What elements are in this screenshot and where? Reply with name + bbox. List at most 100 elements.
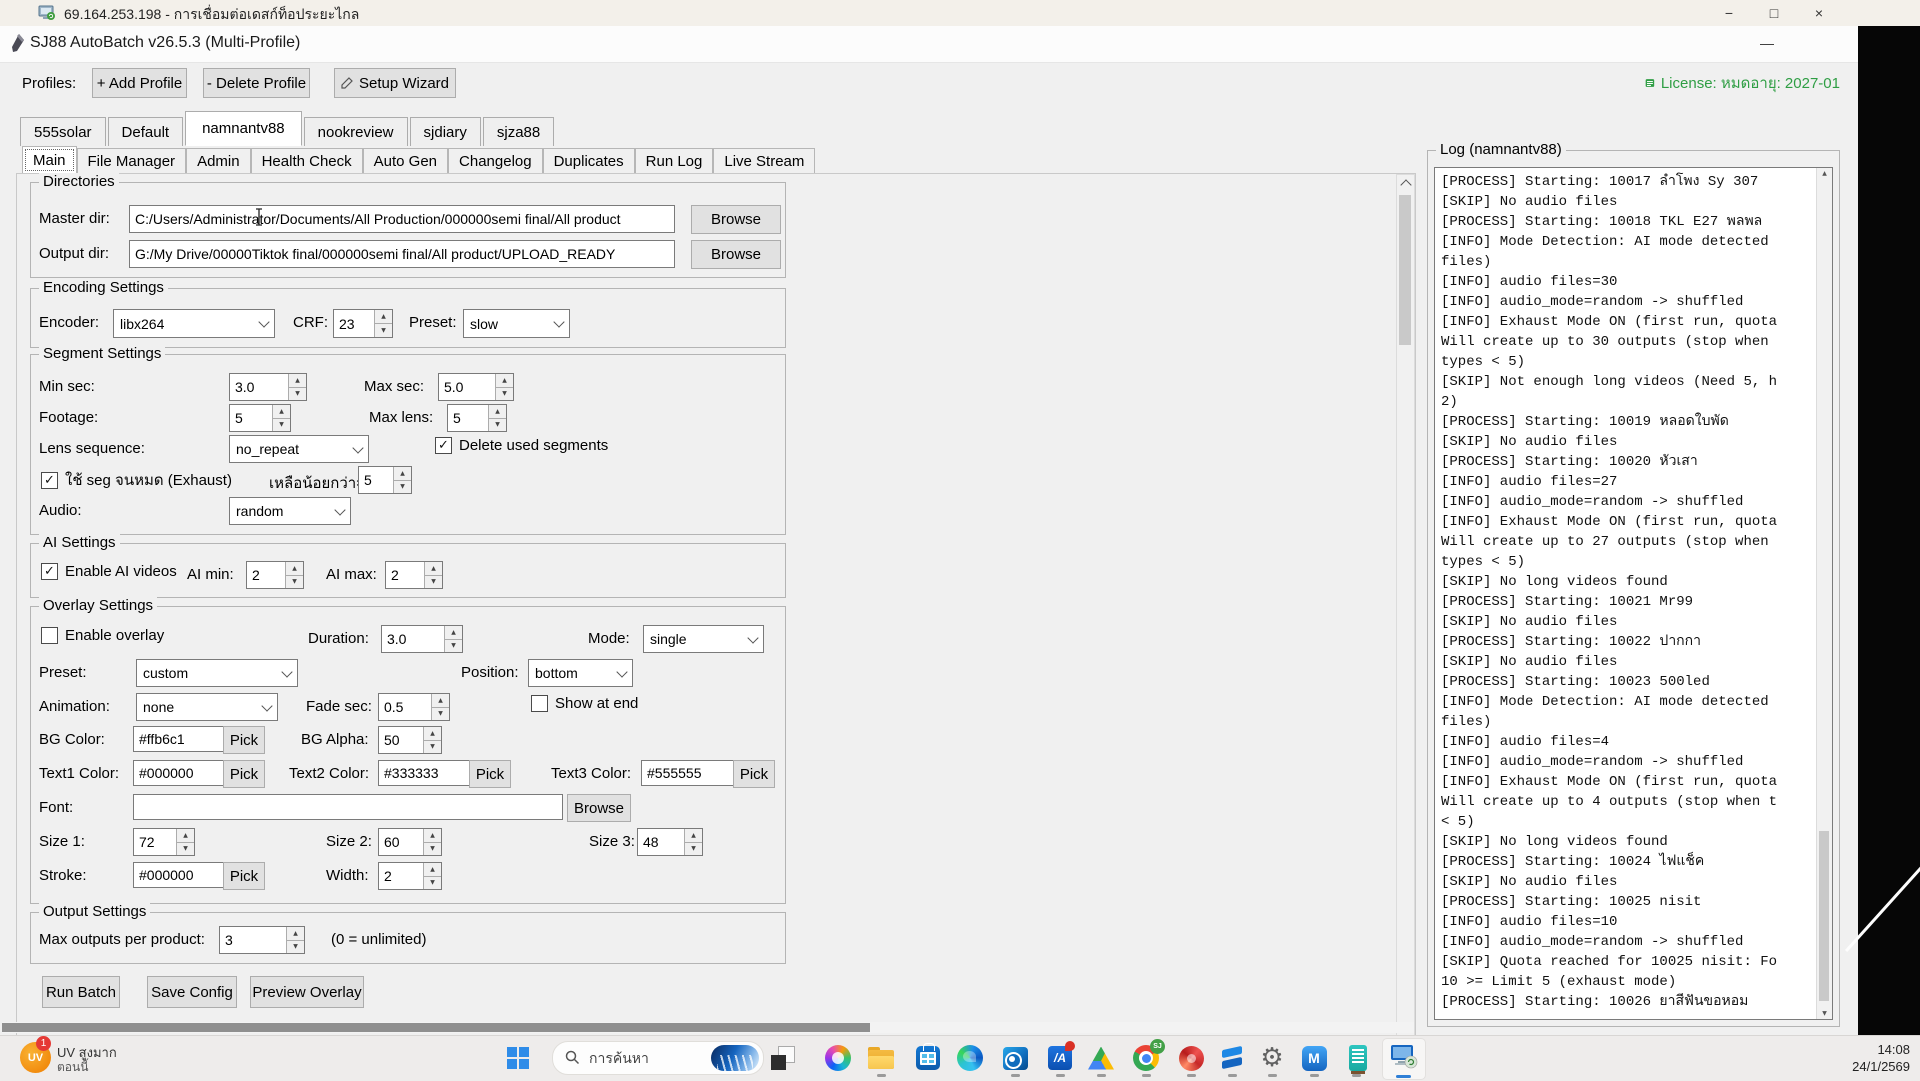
- size3-stepper[interactable]: 48 ▲ ▼: [637, 828, 703, 856]
- tab-auto-gen[interactable]: Auto Gen: [362, 148, 449, 174]
- scroll-up-arrow[interactable]: ▲: [1817, 170, 1832, 177]
- text2-pick-button[interactable]: Pick: [469, 760, 511, 788]
- max-lens-stepper[interactable]: 5 ▲ ▼: [447, 404, 507, 432]
- encoder-select[interactable]: libx264: [113, 309, 275, 338]
- file-explorer-icon[interactable]: [862, 1040, 900, 1076]
- ai-min-stepper[interactable]: 2 ▲ ▼: [246, 561, 304, 589]
- notes-app-icon[interactable]: [1339, 1040, 1377, 1076]
- output-browse-button[interactable]: Browse: [691, 240, 781, 269]
- search-highlight-image[interactable]: [711, 1045, 759, 1071]
- stroke-width-stepper[interactable]: 2 ▲ ▼: [378, 862, 442, 890]
- red-swirl-app-icon[interactable]: [1172, 1040, 1210, 1076]
- microsoft-store-icon[interactable]: [909, 1040, 947, 1076]
- font-input[interactable]: [133, 794, 563, 820]
- form-vscrollbar[interactable]: [1396, 174, 1415, 1047]
- ads-app-icon[interactable]: /A: [1041, 1040, 1079, 1076]
- bg-color-input[interactable]: #ffb6c1: [133, 726, 229, 752]
- tab-health-check[interactable]: Health Check: [250, 148, 363, 174]
- profile-tab-sjza88[interactable]: sjza88: [482, 117, 555, 146]
- show-at-end-checkbox[interactable]: Show at end: [531, 695, 638, 712]
- crf-stepper[interactable]: 23 ▲ ▼: [333, 309, 393, 338]
- search-box[interactable]: การค้นหา: [552, 1041, 764, 1075]
- font-browse-button[interactable]: Browse: [567, 794, 631, 822]
- add-profile-button[interactable]: + Add Profile: [92, 68, 187, 98]
- fade-sec-stepper[interactable]: 0.5 ▲ ▼: [378, 693, 450, 721]
- profile-tab-sjdiary[interactable]: sjdiary: [409, 117, 481, 146]
- log-vscrollbar[interactable]: ▲ ▼: [1816, 168, 1832, 1019]
- master-browse-button[interactable]: Browse: [691, 205, 781, 234]
- rdp-close-button[interactable]: ×: [1801, 2, 1837, 23]
- mode-select[interactable]: single: [643, 625, 764, 653]
- overlay-preset-select[interactable]: custom: [136, 659, 298, 687]
- text1-pick-button[interactable]: Pick: [223, 760, 265, 788]
- master-dir-input[interactable]: C:/Users/Administrator/Documents/All Pro…: [129, 205, 675, 233]
- edge-icon[interactable]: [951, 1040, 989, 1076]
- bg-color-pick-button[interactable]: Pick: [223, 726, 265, 754]
- output-dir-input[interactable]: G:/My Drive/00000Tiktok final/000000semi…: [129, 240, 675, 268]
- tab-run-log[interactable]: Run Log: [634, 148, 714, 174]
- profile-tab-namnantv88[interactable]: namnantv88: [185, 111, 302, 146]
- tab-live-stream[interactable]: Live Stream: [713, 148, 816, 174]
- remain-stop-stepper[interactable]: 5 ▲ ▼: [358, 466, 412, 494]
- start-button[interactable]: [500, 1040, 536, 1076]
- log-line: Will create up to 30 outputs (stop when: [1441, 334, 1769, 350]
- text2-color-input[interactable]: #333333: [378, 760, 474, 786]
- audio-select[interactable]: random: [229, 497, 351, 525]
- app-minimize-button[interactable]: —: [1752, 32, 1782, 54]
- log-line: [PROCESS] Starting: 10024 ไฟแช็ค: [1441, 854, 1705, 870]
- save-config-button[interactable]: Save Config: [147, 976, 237, 1008]
- duration-stepper[interactable]: 3.0 ▲ ▼: [381, 625, 463, 653]
- preset-select[interactable]: slow: [463, 309, 570, 338]
- enable-ai-videos-checkbox[interactable]: ✓ Enable AI videos: [41, 563, 177, 580]
- outlook-icon[interactable]: [996, 1040, 1034, 1076]
- min-sec-stepper[interactable]: 3.0 ▲ ▼: [229, 373, 307, 401]
- text3-pick-button[interactable]: Pick: [733, 760, 775, 788]
- profile-tab-nookreview[interactable]: nookreview: [303, 117, 408, 146]
- tab-changelog[interactable]: Changelog: [448, 148, 543, 174]
- spinner-arrows-icon[interactable]: ▲ ▼: [374, 310, 392, 337]
- run-batch-button[interactable]: Run Batch: [42, 976, 120, 1008]
- tab-main[interactable]: Main: [22, 146, 77, 174]
- setup-wizard-button[interactable]: Setup Wizard: [334, 68, 456, 98]
- weather-widget[interactable]: UV 1 UV สูงมาก ตอนนี้: [18, 1036, 178, 1076]
- profile-tab-555solar[interactable]: 555solar: [20, 117, 106, 146]
- footage-stepper[interactable]: 5 ▲ ▼: [229, 404, 291, 432]
- position-select[interactable]: bottom: [528, 659, 633, 687]
- tab-admin[interactable]: Admin: [186, 148, 251, 174]
- text3-color-input[interactable]: #555555: [641, 760, 737, 786]
- max-sec-stepper[interactable]: 5.0 ▲ ▼: [438, 373, 514, 401]
- exhaust-checkbox[interactable]: ✓ ใช้ seg จนหมด (Exhaust): [41, 468, 232, 492]
- stroke-color-input[interactable]: #000000: [133, 862, 229, 888]
- scroll-down-arrow[interactable]: ▼: [1817, 1010, 1832, 1017]
- tab-file-manager[interactable]: File Manager: [76, 148, 187, 174]
- copilot-icon[interactable]: [819, 1040, 857, 1076]
- task-view-icon[interactable]: [764, 1040, 802, 1076]
- taskbar-clock[interactable]: 14:08 24/1/2569: [1820, 1041, 1910, 1075]
- preview-overlay-button[interactable]: Preview Overlay: [250, 976, 364, 1008]
- form-hscrollbar[interactable]: [2, 1022, 1414, 1033]
- stroke-pick-button[interactable]: Pick: [223, 862, 265, 890]
- rdp-maximize-button[interactable]: □: [1756, 2, 1792, 23]
- google-drive-icon[interactable]: [1082, 1040, 1120, 1076]
- lens-sequence-select[interactable]: no_repeat: [229, 435, 369, 463]
- delete-used-segments-checkbox[interactable]: ✓ Delete used segments: [435, 437, 608, 454]
- bg-alpha-stepper[interactable]: 50 ▲ ▼: [378, 726, 442, 754]
- max-outputs-stepper[interactable]: 3 ▲ ▼: [219, 926, 305, 954]
- text1-color-input[interactable]: #000000: [133, 760, 229, 786]
- scroll-up-arrow[interactable]: [1397, 175, 1414, 192]
- blue-squares-app-icon[interactable]: [1213, 1040, 1251, 1076]
- rdp-minimize-button[interactable]: −: [1711, 2, 1747, 23]
- settings-gear-icon[interactable]: ⚙: [1253, 1040, 1291, 1076]
- chrome-icon[interactable]: SJ: [1127, 1039, 1165, 1076]
- m-app-icon[interactable]: M: [1295, 1040, 1333, 1076]
- ai-max-stepper[interactable]: 2 ▲ ▼: [385, 561, 443, 589]
- size2-stepper[interactable]: 60 ▲ ▼: [378, 828, 442, 856]
- remote-desktop-taskbar-tile[interactable]: [1382, 1038, 1426, 1080]
- tab-duplicates[interactable]: Duplicates: [542, 148, 635, 174]
- size1-stepper[interactable]: 72 ▲ ▼: [133, 828, 195, 856]
- enable-overlay-checkbox[interactable]: Enable overlay: [41, 627, 164, 644]
- delete-profile-button[interactable]: - Delete Profile: [203, 68, 310, 98]
- profile-tab-default[interactable]: Default: [107, 117, 184, 146]
- animation-select[interactable]: none: [136, 693, 278, 721]
- log-textbox[interactable]: [PROCESS] Starting: 10017 ลำโพง Sy 307 [S…: [1434, 167, 1833, 1020]
